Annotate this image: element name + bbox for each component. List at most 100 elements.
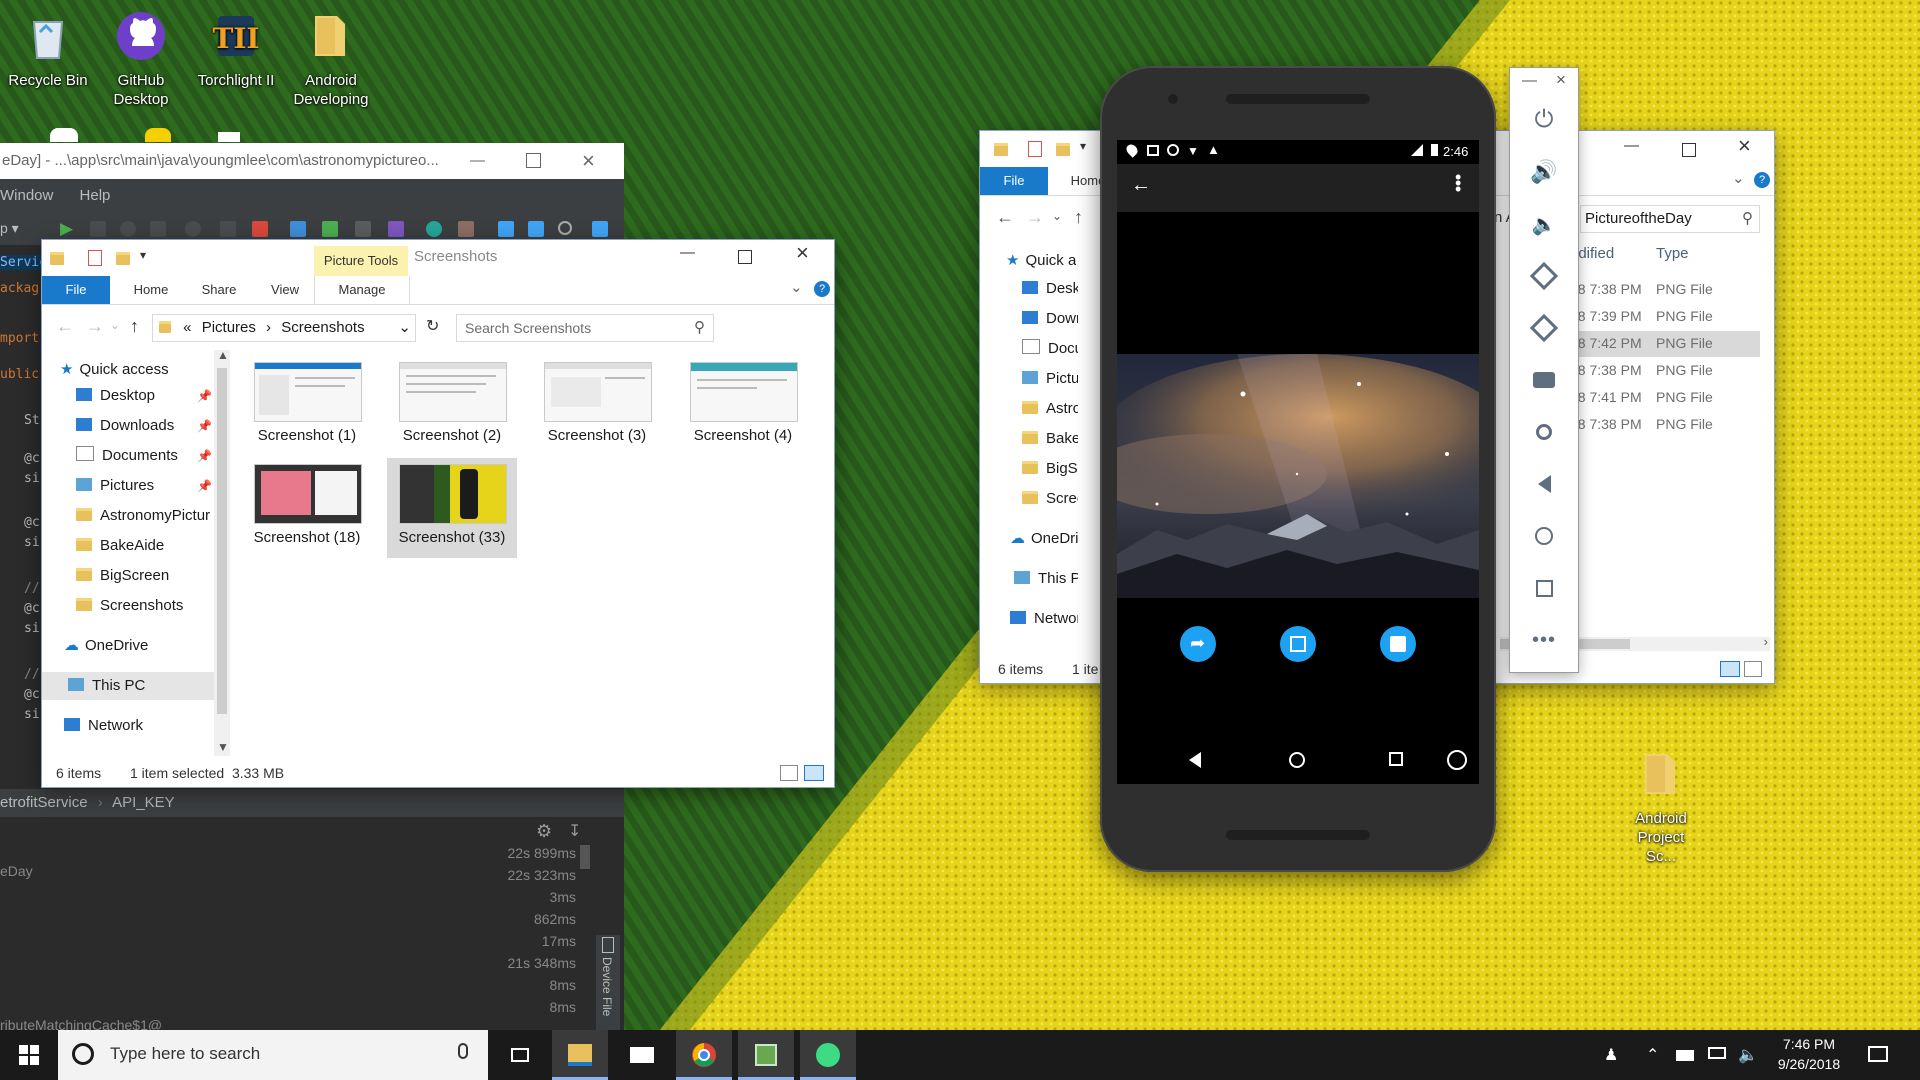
home-button[interactable] — [1524, 516, 1564, 556]
android-studio-taskbar-button[interactable] — [800, 1030, 856, 1080]
back-arrow-icon[interactable]: ← — [1131, 174, 1151, 197]
tab-home[interactable]: Home — [120, 276, 182, 304]
tab-share[interactable]: Share — [188, 276, 250, 304]
back-icon[interactable]: ← — [996, 207, 1014, 228]
network-tray-icon[interactable] — [1708, 1047, 1726, 1059]
nav-network[interactable]: Network — [1010, 605, 1078, 633]
nav-documents[interactable]: Documents 📌 — [76, 442, 220, 470]
nav-downloads[interactable]: Downloa — [1022, 305, 1078, 333]
recent-locations-icon[interactable]: ⌄ — [110, 318, 120, 332]
battery-tray-icon[interactable] — [1676, 1050, 1694, 1061]
nav-desktop[interactable]: Desktop 📌 — [76, 382, 220, 410]
log-panel[interactable]: ⚙ ↧ eDay ributeMatchingCache$1@ 22s 899m… — [0, 817, 624, 1033]
chevron-up-icon[interactable]: ⌃ — [1646, 1045, 1659, 1065]
desktop-icon-recycle-bin[interactable]: Recycle Bin — [0, 10, 96, 90]
nav-onedrive[interactable]: ☁ OneDrive — [1010, 525, 1078, 553]
nav-back-icon[interactable] — [1189, 752, 1201, 768]
scroll-right-icon[interactable]: › — [1764, 634, 1768, 649]
nav-this-pc[interactable]: This PC — [1014, 565, 1078, 593]
volume-tray-icon[interactable]: 🔈 — [1738, 1045, 1758, 1065]
gradle-icon[interactable] — [322, 221, 338, 237]
nav-home-icon[interactable] — [1289, 752, 1305, 768]
maximize-icon[interactable] — [738, 250, 752, 264]
run-icon[interactable]: ▶ — [60, 219, 76, 238]
refresh-icon[interactable]: ↻ — [426, 316, 439, 336]
properties-icon[interactable] — [1028, 141, 1042, 157]
path-segment[interactable]: Pictures — [202, 319, 256, 336]
table-row[interactable]: 18 7:38 PM PNG File — [1570, 277, 1760, 303]
nav-folder[interactable]: BakeAid — [1022, 425, 1078, 453]
scroll-up-icon[interactable]: ▲ — [217, 348, 229, 362]
debug-icon[interactable] — [120, 221, 136, 237]
volume-up-button[interactable]: 🔊 — [1524, 152, 1564, 192]
up-icon[interactable]: ↑ — [1074, 207, 1083, 228]
attach-debugger-icon[interactable] — [150, 221, 166, 237]
android-emulator-device[interactable]: ▼ ▲ 2:46 ← • • • ➦ — [1100, 66, 1496, 872]
overflow-menu-icon[interactable]: • • • — [1455, 168, 1461, 198]
coverage-icon[interactable] — [220, 221, 236, 237]
nav-bigscreen-folder[interactable]: BigScreen — [76, 562, 220, 590]
nav-pictures[interactable]: Pictures 📌 — [76, 472, 220, 500]
properties-icon[interactable] — [88, 250, 102, 266]
rotate-right-button[interactable] — [1524, 308, 1564, 348]
table-row[interactable]: 18 7:38 PM PNG File — [1570, 358, 1760, 384]
desktop-icon-android-project[interactable]: Android Project Sc... — [1613, 748, 1709, 866]
minimize-icon[interactable]: — — [1522, 72, 1537, 89]
zoom-button[interactable] — [1524, 412, 1564, 452]
file-item-selected[interactable]: Screenshot (33) — [387, 458, 517, 558]
nav-downloads[interactable]: Downloads 📌 — [76, 412, 220, 440]
app-taskbar-button[interactable] — [738, 1030, 794, 1080]
large-icons-view-icon[interactable] — [804, 765, 824, 781]
table-row-selected[interactable]: 18 7:42 PM PNG File — [1560, 331, 1760, 357]
file-item[interactable]: Screenshot (3) — [532, 356, 662, 456]
back-button[interactable] — [1524, 464, 1564, 504]
ide-titlebar[interactable]: eDay] - ...\app\src\main\java\youngmlee\… — [0, 143, 624, 179]
astronomy-picture[interactable] — [1117, 354, 1479, 598]
run-config-dropdown[interactable]: p ▾ — [0, 220, 19, 237]
nav-this-pc[interactable]: This PC — [42, 672, 214, 700]
start-button[interactable] — [0, 1030, 58, 1080]
device-manager-icon[interactable] — [528, 221, 544, 237]
sync-icon[interactable] — [290, 221, 306, 237]
forward-icon[interactable]: → — [86, 316, 104, 337]
overview-button[interactable] — [1524, 568, 1564, 608]
share-button[interactable]: ➦ — [1180, 626, 1216, 662]
project-structure-icon[interactable] — [458, 221, 474, 237]
new-folder-icon[interactable] — [1056, 143, 1070, 156]
minimize-icon[interactable]: — — [1624, 137, 1639, 154]
breadcrumb-item[interactable]: API_KEY — [112, 794, 175, 811]
power-button[interactable]: ⏻ — [1524, 100, 1564, 140]
nav-screenshots-folder[interactable]: Screenshots — [76, 592, 220, 620]
close-icon[interactable]: × — [1556, 70, 1566, 90]
taskbar-search-input[interactable]: Type here to search — [110, 1044, 260, 1064]
tab-manage[interactable]: Manage — [314, 276, 410, 304]
details-view-icon[interactable] — [780, 765, 798, 781]
address-path[interactable]: « Pictures › Screenshots ⌄ — [152, 314, 416, 342]
mail-taskbar-button[interactable] — [614, 1030, 670, 1080]
path-segment[interactable]: Screenshots — [281, 319, 364, 336]
desktop-icon-torchlight[interactable]: TII Torchlight II — [188, 10, 284, 90]
column-header-type[interactable]: Type — [1656, 245, 1689, 262]
table-row[interactable]: 18 7:39 PM PNG File — [1570, 304, 1760, 330]
sdk-manager-icon[interactable] — [426, 221, 442, 237]
action-center-icon[interactable] — [1868, 1046, 1888, 1062]
rotate-icon[interactable] — [1447, 750, 1467, 770]
help-icon[interactable]: ? — [1754, 172, 1770, 188]
file-item[interactable]: Screenshot (4) — [678, 356, 808, 456]
user-icon[interactable] — [592, 221, 608, 237]
task-view-button[interactable] — [492, 1030, 548, 1080]
nav-network[interactable]: Network — [64, 712, 220, 740]
search-box[interactable]: PictureoftheDay ⚲ — [1580, 205, 1760, 233]
recent-locations-icon[interactable]: ⌄ — [1052, 209, 1062, 223]
menu-window[interactable]: Window — [0, 187, 53, 204]
forward-icon[interactable]: → — [1026, 207, 1044, 228]
file-item[interactable]: Screenshot (18) — [242, 458, 372, 558]
taskbar-search-box[interactable]: Type here to search — [58, 1030, 488, 1080]
close-icon[interactable]: × — [796, 240, 809, 266]
taskbar-clock[interactable]: 7:46 PM 9/26/2018 — [1764, 1034, 1854, 1074]
close-icon[interactable]: × — [582, 143, 595, 179]
tab-file[interactable]: File — [980, 167, 1048, 195]
stop-icon[interactable] — [252, 221, 268, 237]
scroll-thumb[interactable] — [217, 368, 227, 714]
help-icon[interactable]: ? — [814, 281, 830, 297]
